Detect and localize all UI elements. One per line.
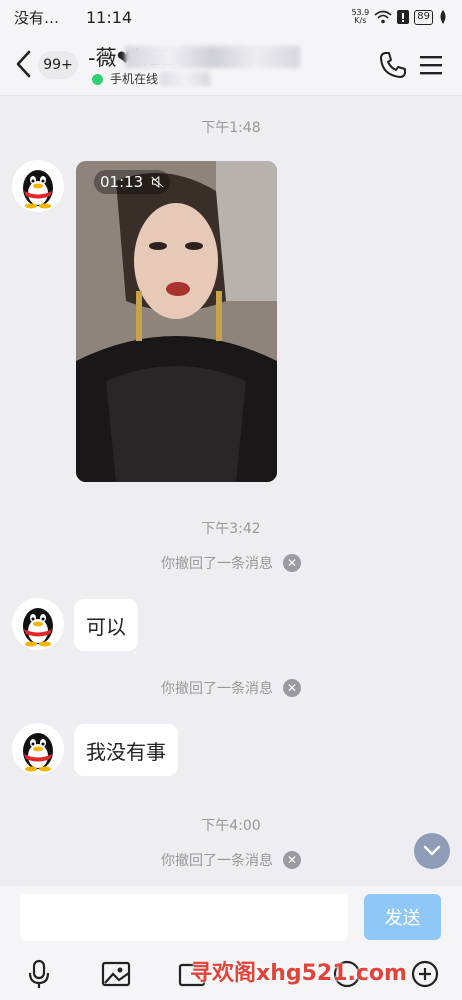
recall-notice: 你撤回了一条消息 ✕ [0, 850, 462, 870]
net-speed: 53.9 K/s [351, 9, 369, 25]
send-button[interactable]: 发送 [364, 894, 441, 940]
close-icon[interactable]: ✕ [283, 554, 301, 572]
online-status-text: 手机在线 [110, 72, 159, 86]
menu-icon[interactable] [418, 52, 444, 78]
clock: 11:14 [86, 7, 133, 27]
timestamp: 下午1:48 [201, 120, 261, 136]
chat-header: 99+ -薇❤h121 手机在线 [0, 34, 462, 96]
unread-count-badge[interactable]: 99+ [38, 51, 78, 79]
penguin-icon [23, 733, 53, 772]
close-icon[interactable]: ✕ [283, 851, 301, 869]
microphone-icon[interactable] [24, 959, 54, 989]
net-speed-unit: K/s [354, 16, 367, 25]
redacted-name-region [125, 46, 300, 68]
leaf-icon [440, 10, 446, 24]
recall-notice: 你撤回了一条消息 ✕ [0, 553, 462, 573]
penguin-icon [23, 170, 53, 209]
video-thumbnail [76, 161, 277, 482]
carrier-label: 没有… [14, 8, 60, 27]
timestamp: 下午3:42 [201, 521, 261, 537]
timestamp: 下午4:00 [201, 818, 261, 834]
mute-icon[interactable] [151, 174, 164, 190]
recall-text: 你撤回了一条消息 [161, 556, 273, 572]
plus-icon[interactable] [410, 959, 440, 989]
video-duration: 01:13 [100, 173, 144, 191]
online-status-dot [92, 74, 103, 85]
close-icon[interactable]: ✕ [283, 679, 301, 697]
contact-avatar[interactable] [12, 723, 64, 775]
scroll-to-bottom-button[interactable] [414, 833, 450, 869]
video-duration-pill: 01:13 [94, 170, 170, 194]
status-icons: 53.9 K/s 89 [351, 9, 448, 25]
phone-call-icon[interactable] [378, 50, 408, 80]
battery-indicator: 89 [414, 9, 433, 25]
contact-avatar[interactable] [12, 598, 64, 650]
penguin-icon [23, 608, 53, 647]
wifi-icon [374, 10, 392, 24]
chevron-down-icon [423, 845, 441, 856]
alert-icon [397, 10, 410, 24]
recall-notice: 你撤回了一条消息 ✕ [0, 678, 462, 698]
message-bubble[interactable]: 我没有事 [74, 724, 178, 776]
message-input[interactable] [20, 894, 348, 941]
recall-text: 你撤回了一条消息 [161, 681, 273, 697]
watermark: 寻欢阁xhg521.com [190, 961, 407, 986]
recall-text: 你撤回了一条消息 [161, 853, 273, 869]
video-message[interactable]: 01:13 [76, 161, 277, 482]
status-bar: 没有… 11:14 53.9 K/s 89 [0, 0, 462, 34]
back-icon[interactable] [12, 48, 36, 80]
contact-avatar[interactable] [12, 160, 64, 212]
redacted-status-region [160, 72, 210, 86]
message-bubble[interactable]: 可以 [74, 599, 138, 651]
image-icon[interactable] [101, 959, 131, 989]
